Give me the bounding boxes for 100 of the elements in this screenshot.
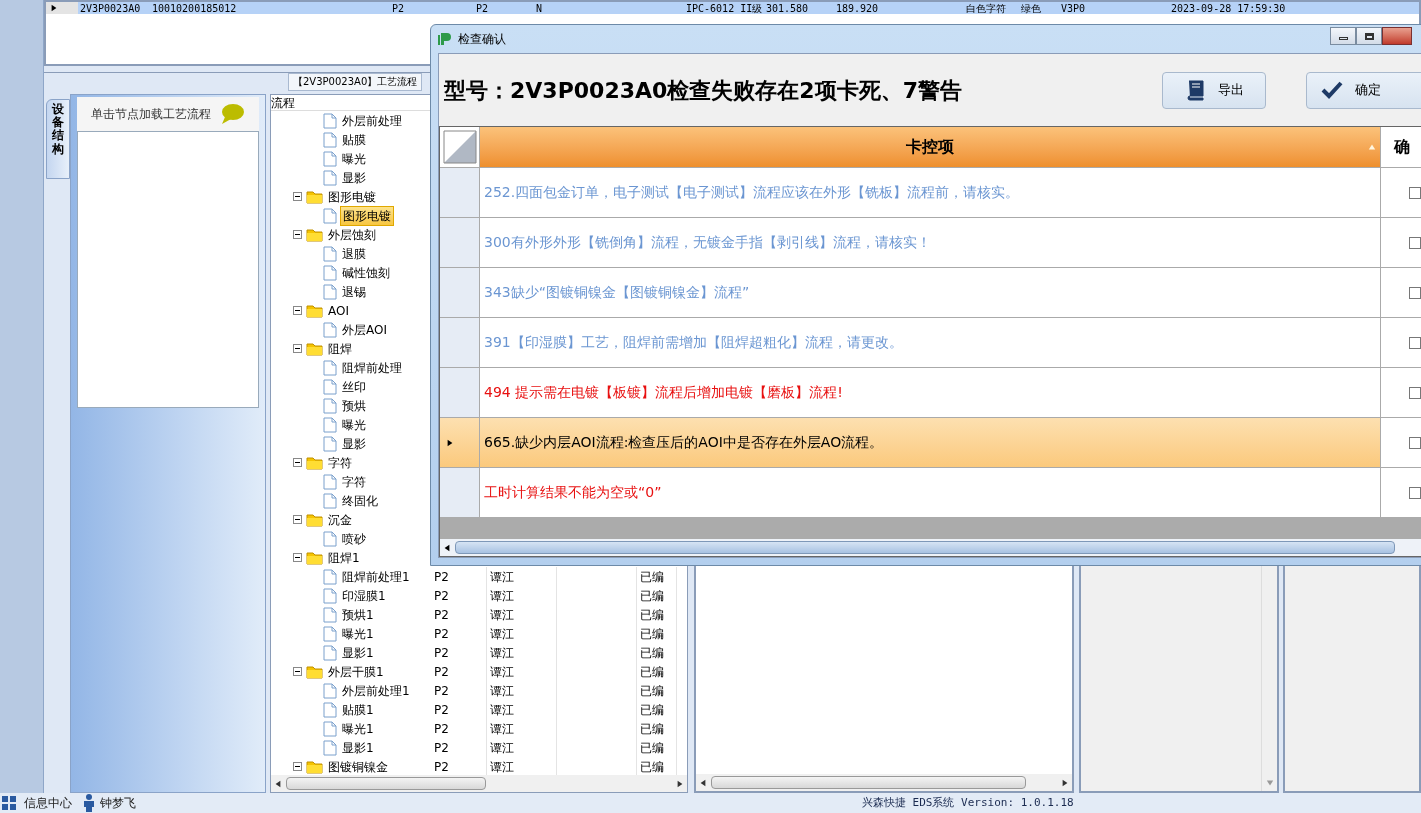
confirm-checkbox[interactable] [1409, 486, 1421, 499]
confirm-checkbox[interactable] [1409, 436, 1421, 449]
select-all-corner[interactable] [440, 127, 480, 167]
tree-item[interactable]: 图形电镀 [326, 187, 378, 206]
document-icon [323, 397, 337, 414]
tree-item[interactable]: 阻焊前处理 [340, 358, 404, 377]
tree-item[interactable]: 曝光 [340, 149, 368, 168]
grid-icon [2, 796, 16, 810]
table-cell: 谭江 [487, 624, 557, 643]
tree-item[interactable]: 曝光1 [340, 624, 376, 643]
tree-item[interactable]: 显影1 [340, 738, 376, 757]
collapse-toggle[interactable] [293, 553, 302, 562]
collapse-toggle[interactable] [293, 762, 302, 771]
grid-cell-text: V3P0 [1060, 2, 1087, 16]
export-button[interactable]: 导出 [1162, 71, 1266, 109]
table-cell: 已编 [637, 719, 677, 738]
minimize-button[interactable] [1330, 27, 1356, 45]
tree-item[interactable]: 贴膜1 [340, 700, 376, 719]
scroll-left-icon[interactable] [699, 778, 707, 787]
tree-item[interactable]: 阻焊 [326, 339, 354, 358]
tree-item[interactable]: AOI [326, 301, 351, 320]
table-cell: 谭江 [487, 681, 557, 700]
tree-item[interactable]: 曝光 [340, 415, 368, 434]
table-row[interactable]: 494 提示需在电镀【板镀】流程后增加电镀【磨板】流程! [440, 367, 1421, 417]
table-row[interactable]: 工时计算结果不能为空或“0” [440, 467, 1421, 517]
grid-cell-text: 绿色 [1020, 2, 1042, 16]
tree-item[interactable]: 外层前处理1 [340, 681, 412, 700]
column-header[interactable]: 卡控项 [480, 127, 1380, 167]
tree-item[interactable]: 外层AOI [340, 320, 389, 339]
tree-item[interactable]: 喷砂 [340, 529, 368, 548]
column-header[interactable]: 确 [1380, 127, 1421, 167]
tree-item[interactable]: 印湿膜1 [340, 586, 388, 605]
tree-item[interactable]: 退膜 [340, 244, 368, 263]
tree-item[interactable]: 预烘 [340, 396, 368, 415]
tree-item[interactable]: 阻焊前处理1 [340, 567, 412, 586]
close-button[interactable] [1382, 27, 1412, 45]
document-icon [323, 682, 337, 699]
version-text: 兴森快捷 EDS系统 Version: 1.0.1.18 [862, 794, 1074, 811]
confirm-checkbox[interactable] [1409, 336, 1421, 349]
collapse-toggle[interactable] [293, 306, 302, 315]
tree-item[interactable]: 预烘1 [340, 605, 376, 624]
confirm-checkbox[interactable] [1409, 286, 1421, 299]
tree-item[interactable]: 字符 [326, 453, 354, 472]
horizontal-scrollbar[interactable] [696, 774, 1072, 791]
checkmark-icon [1321, 81, 1343, 99]
document-icon [323, 473, 337, 490]
current-row-icon[interactable] [50, 4, 58, 12]
folder-icon [306, 759, 323, 774]
tree-item[interactable]: 沉金 [326, 510, 354, 529]
tree-item[interactable]: 碱性蚀刻 [340, 263, 392, 282]
folder-icon [306, 550, 323, 565]
folder-icon [306, 512, 323, 527]
scroll-right-icon[interactable] [676, 779, 684, 788]
confirm-checkbox[interactable] [1409, 236, 1421, 249]
check-message: 252.四面包金订单，电子测试【电子测试】流程应该在外形【铣板】流程前，请核实。 [484, 183, 1020, 202]
collapse-toggle[interactable] [293, 667, 302, 676]
table-cell: 已编 [637, 605, 677, 624]
maximize-button[interactable] [1356, 27, 1382, 45]
tree-item[interactable]: 图形电镀 [340, 205, 394, 226]
horizontal-scrollbar[interactable] [440, 539, 1421, 556]
grid-cell-text: N [535, 2, 544, 16]
horizontal-scrollbar[interactable] [271, 775, 687, 792]
flow-tab[interactable]: 【2V3P0023A0】工艺流程 [288, 73, 423, 91]
tree-item[interactable]: 显影1 [340, 643, 376, 662]
tree-item[interactable]: 字符 [340, 472, 368, 491]
scroll-left-icon[interactable] [443, 543, 451, 552]
collapse-toggle[interactable] [293, 344, 302, 353]
tree-item[interactable]: 阻焊1 [326, 548, 362, 567]
folder-icon [306, 341, 323, 356]
collapse-toggle[interactable] [293, 458, 302, 467]
tree-item[interactable]: 外层干膜1 [326, 662, 386, 681]
tree-item[interactable]: 丝印 [340, 377, 368, 396]
collapse-toggle[interactable] [293, 515, 302, 524]
confirm-checkbox[interactable] [1409, 386, 1421, 399]
tree-item[interactable]: 外层蚀刻 [326, 225, 378, 244]
table-cell: P2 [431, 643, 487, 662]
tree-item[interactable]: 外层前处理 [340, 111, 404, 130]
scroll-right-icon[interactable] [1061, 778, 1069, 787]
grid-row[interactable]: 2V3P0023A0 10010200185012 P2 P2 N IPC-6012 II级 301.580 189.920 白色字符 绿色 V3P0 2023-09-28 17:59:30 [46, 2, 1419, 14]
table-cell: 已编 [637, 643, 677, 662]
document-icon [323, 207, 337, 224]
tree-item[interactable]: 图镀铜镍金 [326, 757, 390, 775]
table-row[interactable]: 665.缺少内层AOI流程:检查压后的AOI中是否存在外层AO流程。 [440, 417, 1421, 467]
tree-item[interactable]: 显影 [340, 434, 368, 453]
side-tab[interactable]: 设备结构 [46, 99, 70, 179]
current-row-icon[interactable] [446, 438, 454, 447]
grid-cell-text: 189.920 [835, 2, 880, 16]
tree-item[interactable]: 贴膜 [340, 130, 368, 149]
table-cell: 谭江 [487, 643, 557, 662]
table-cell: P2 [431, 719, 487, 738]
tree-item[interactable]: 退锡 [340, 282, 368, 301]
info-center-link[interactable]: 信息中心 [24, 794, 72, 812]
tree-item[interactable]: 曝光1 [340, 719, 376, 738]
collapse-toggle[interactable] [293, 230, 302, 239]
tree-item[interactable]: 显影 [340, 168, 368, 187]
confirm-button[interactable]: 确定 [1306, 71, 1421, 109]
scroll-left-icon[interactable] [274, 779, 282, 788]
collapse-toggle[interactable] [293, 192, 302, 201]
tree-item[interactable]: 终固化 [340, 491, 380, 510]
confirm-checkbox[interactable] [1409, 186, 1421, 199]
